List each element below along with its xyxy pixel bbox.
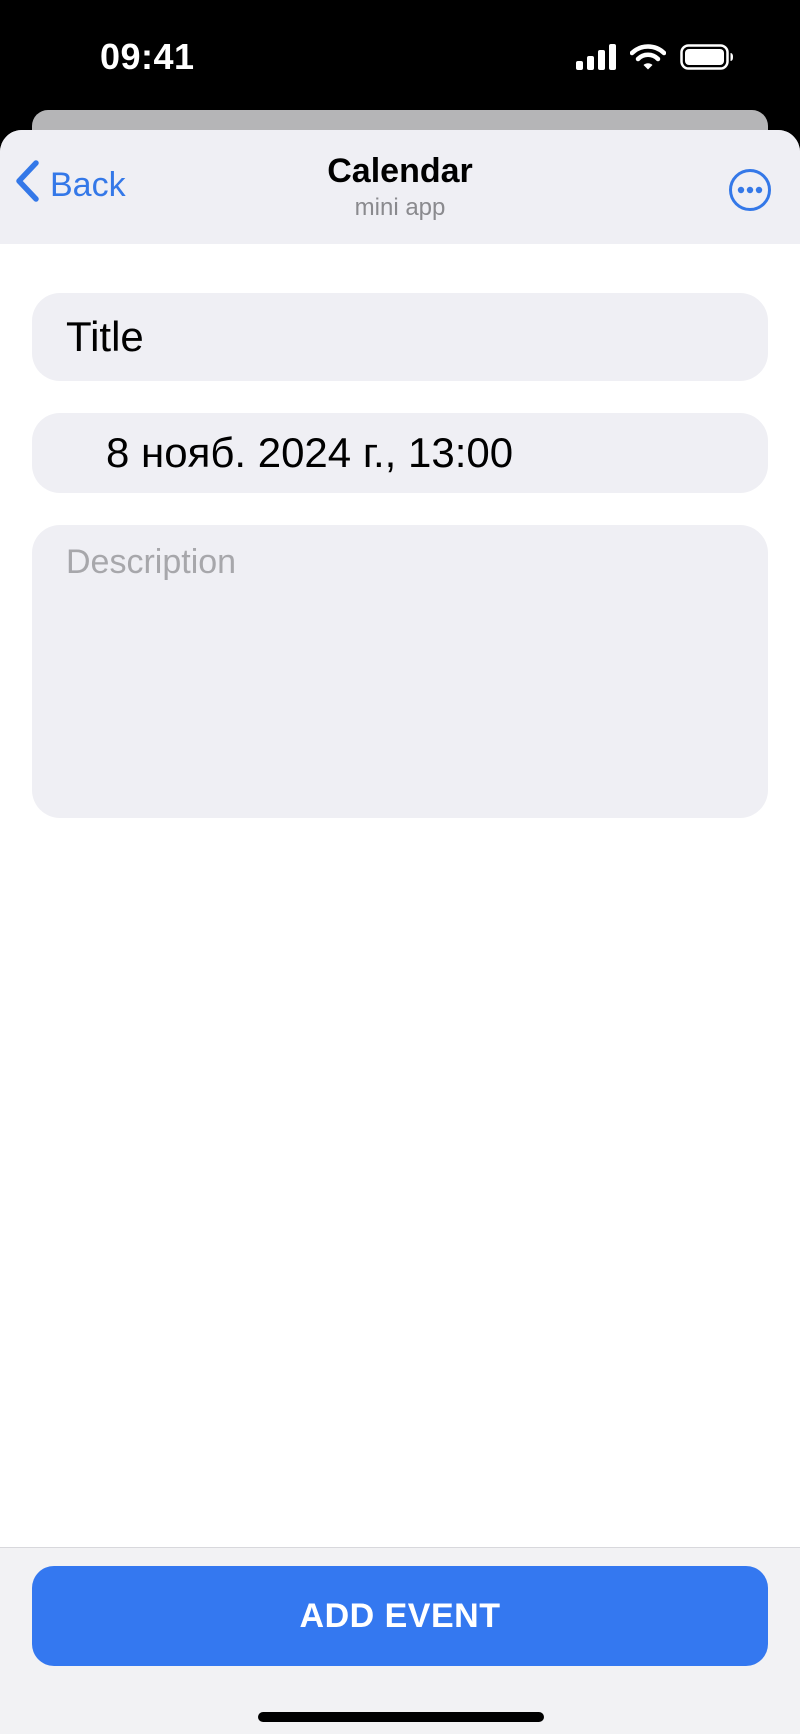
page-subtitle: mini app bbox=[354, 194, 446, 221]
page-title: Calendar bbox=[327, 152, 473, 190]
mini-app-sheet: Back Calendar mini app Title 8 нояб. 202… bbox=[0, 130, 800, 1734]
bottom-bar: ADD EVENT bbox=[0, 1547, 800, 1734]
status-time: 09:41 bbox=[100, 36, 195, 77]
date-time-picker[interactable]: 8 нояб. 2024 г., 13:00 bbox=[32, 413, 768, 493]
status-icons bbox=[576, 44, 734, 75]
more-button[interactable] bbox=[728, 168, 772, 212]
signal-icon bbox=[576, 44, 616, 75]
add-event-button[interactable]: ADD EVENT bbox=[32, 1566, 768, 1666]
home-indicator bbox=[258, 1712, 544, 1722]
description-input[interactable]: Description bbox=[32, 525, 768, 818]
battery-icon bbox=[680, 44, 734, 75]
status-bar: 09:41 bbox=[0, 0, 800, 110]
navigation-header: Back Calendar mini app bbox=[0, 130, 800, 244]
wifi-icon bbox=[629, 44, 667, 75]
title-input[interactable]: Title bbox=[32, 293, 768, 381]
more-icon bbox=[728, 169, 772, 216]
